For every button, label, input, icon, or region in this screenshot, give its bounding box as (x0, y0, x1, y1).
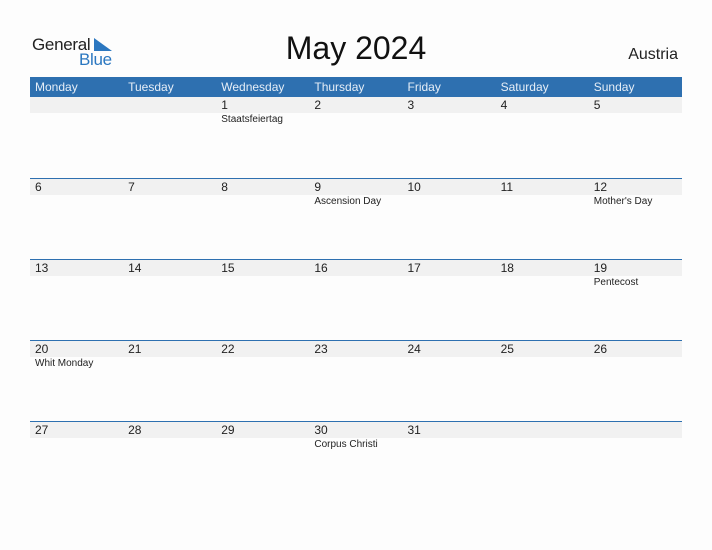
day-number: 11 (500, 180, 514, 194)
holiday-label (496, 195, 589, 209)
holiday-label: Staatsfeiertag (221, 114, 283, 125)
week-row: 27 28 29 30 31 Corpus Christi (30, 421, 682, 502)
weekday-thursday: Thursday (314, 80, 365, 94)
holiday-label: Whit Monday (35, 358, 94, 369)
day-number-row: 27 28 29 30 31 (30, 422, 682, 438)
day-number: 12 (593, 180, 608, 194)
weekday-sunday: Sunday (593, 80, 635, 94)
day-number: 14 (128, 261, 142, 275)
day-number: 1 (221, 98, 228, 112)
holiday-label (123, 357, 216, 371)
day-number: 27 (35, 423, 49, 437)
day-number: 23 (314, 342, 328, 356)
holiday-label: Mother's Day (593, 196, 653, 207)
event-row: Whit Monday (30, 357, 682, 371)
event-row: Corpus Christi (30, 438, 682, 452)
day-number (30, 97, 123, 113)
holiday-label (123, 438, 216, 452)
day-number: 24 (407, 342, 421, 356)
day-number: 31 (407, 423, 421, 437)
event-row: Pentecost (30, 276, 682, 290)
day-number: 25 (500, 342, 514, 356)
day-number: 29 (221, 423, 235, 437)
weekday-wednesday: Wednesday (221, 80, 285, 94)
day-number: 9 (314, 180, 322, 194)
holiday-label: Corpus Christi (314, 439, 378, 450)
page-title: May 2024 (285, 30, 427, 66)
holiday-label (589, 438, 682, 452)
holiday-label (216, 357, 309, 371)
day-number: 17 (407, 261, 421, 275)
holiday-label (123, 276, 216, 290)
day-number: 3 (407, 98, 415, 112)
day-number: 18 (500, 261, 514, 275)
holiday-label (30, 276, 123, 290)
day-number: 4 (500, 98, 508, 112)
holiday-label (403, 276, 496, 290)
holiday-label: Ascension Day (314, 196, 382, 207)
day-number (123, 97, 216, 113)
holiday-label (309, 113, 402, 127)
holiday-label (309, 276, 402, 290)
weekday-monday: Monday (35, 80, 78, 94)
day-number: 19 (593, 261, 608, 275)
day-number: 5 (593, 98, 601, 112)
day-number: 16 (314, 261, 328, 275)
holiday-label (403, 113, 496, 127)
day-number: 28 (128, 423, 142, 437)
event-row: Staatsfeiertag (30, 113, 682, 127)
day-number (496, 422, 589, 438)
holiday-label (216, 195, 309, 209)
week-row: 6 7 8 9 10 11 12 Ascension Day Mother's Day (30, 178, 682, 259)
holiday-label (216, 438, 309, 452)
day-number: 13 (35, 261, 49, 275)
holiday-label (30, 438, 123, 452)
holiday-label (403, 357, 496, 371)
day-number: 2 (314, 98, 322, 112)
holiday-label (123, 113, 216, 127)
day-number-row: 6 7 8 9 10 11 12 (30, 179, 682, 195)
week-row: 20 21 22 23 24 25 26 Whit Monday (30, 340, 682, 421)
calendar-grid: Monday Tuesday Wednesday Thursday Friday… (30, 77, 682, 502)
weekday-tuesday: Tuesday (128, 80, 174, 94)
holiday-label (216, 276, 309, 290)
weekday-header: Monday Tuesday Wednesday Thursday Friday… (30, 77, 682, 97)
holiday-label (496, 438, 589, 452)
day-number-row: 1 2 3 4 5 (30, 97, 682, 113)
holiday-label (403, 195, 496, 209)
holiday-label (589, 357, 682, 371)
holiday-label (30, 113, 123, 127)
holiday-label (496, 357, 589, 371)
week-row: 13 14 15 16 17 18 19 Pentecost (30, 259, 682, 340)
day-number: 30 (314, 423, 328, 437)
holiday-label (123, 195, 216, 209)
holiday-label (403, 438, 496, 452)
holiday-label (496, 276, 589, 290)
day-number: 26 (593, 342, 608, 356)
weekday-friday: Friday (407, 80, 441, 94)
day-number: 8 (221, 180, 228, 194)
day-number: 22 (221, 342, 235, 356)
day-number (589, 422, 682, 438)
holiday-label (30, 195, 123, 209)
day-number: 21 (128, 342, 142, 356)
holiday-label (496, 113, 589, 127)
day-number: 6 (35, 180, 42, 194)
holiday-label: Pentecost (593, 277, 639, 288)
day-number: 20 (35, 342, 49, 356)
day-number-row: 13 14 15 16 17 18 19 (30, 260, 682, 276)
holiday-label (589, 113, 682, 127)
weekday-saturday: Saturday (500, 80, 549, 94)
holiday-label (309, 357, 402, 371)
day-number: 7 (128, 180, 135, 194)
day-number-row: 20 21 22 23 24 25 26 (30, 341, 682, 357)
day-number: 15 (221, 261, 235, 275)
week-row: 1 2 3 4 5 Staatsfeiertag (30, 97, 682, 178)
country-label: Austria (628, 46, 678, 63)
event-row: Ascension Day Mother's Day (30, 195, 682, 209)
day-number: 10 (407, 180, 421, 194)
